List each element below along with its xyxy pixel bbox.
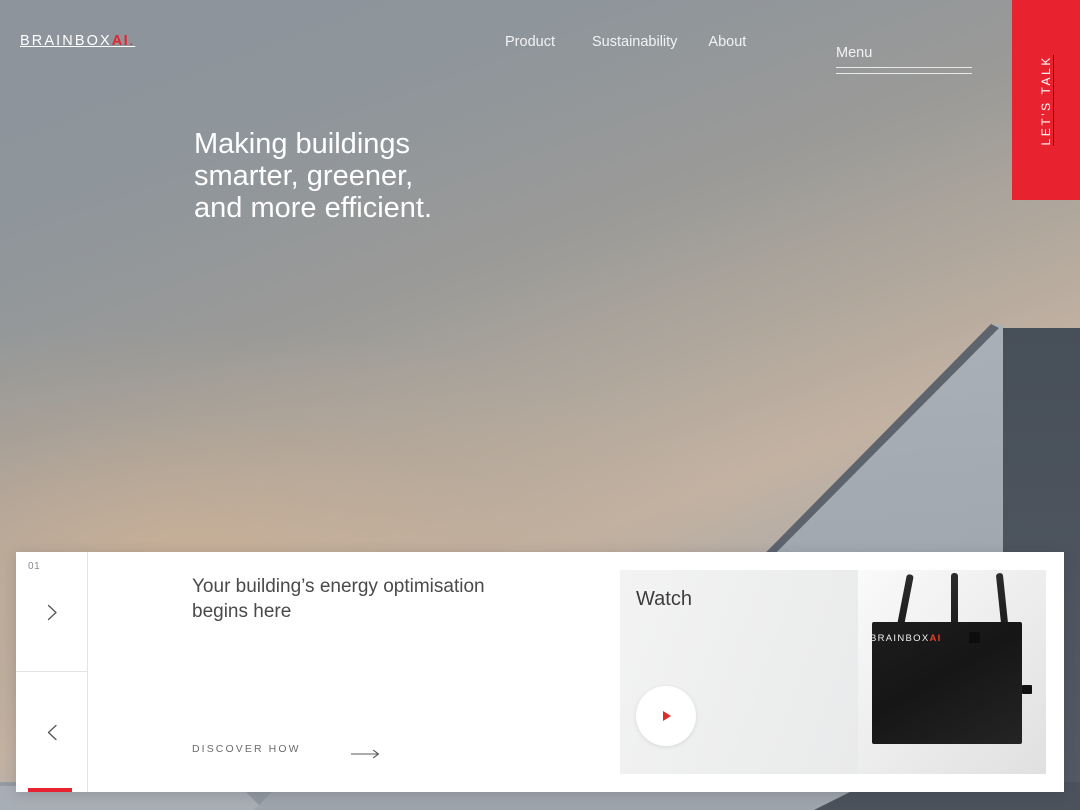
carousel-progress-track[interactable]: [16, 788, 88, 792]
video-panel[interactable]: Watch BRAINBOXAI: [620, 570, 1046, 774]
device-brand-name: BRAINBOX: [870, 633, 930, 644]
brand-logo-name: BRAINBOX: [20, 33, 112, 49]
promo-card-copy: Your building’s energy optimisation begi…: [88, 552, 514, 792]
hero-headline: Making buildings smarter, greener, and m…: [194, 128, 714, 224]
arrow-right-icon: [351, 746, 381, 764]
hero-headline-line-1: Making buildings: [194, 128, 411, 160]
nav-item-product[interactable]: Product: [505, 33, 592, 51]
hero-headline-line-2: smarter, greener,: [194, 160, 414, 192]
play-icon: [663, 711, 671, 721]
device-brand-suffix: AI: [929, 633, 942, 644]
menu-toggle-button[interactable]: Menu: [836, 45, 972, 74]
carousel-prev-button[interactable]: [16, 718, 88, 746]
carousel-progress-fill: [28, 788, 72, 792]
brand-logo-dot: .: [129, 33, 136, 49]
chevron-right-icon: [47, 604, 58, 621]
carousel-rail: 01: [16, 552, 88, 792]
discover-how-link[interactable]: DISCOVER HOW: [192, 743, 392, 759]
brand-logo[interactable]: BRAINBOXAI.: [20, 33, 135, 49]
device-brand-logo: BRAINBOXAI: [870, 633, 942, 644]
hero-headline-line-3: and more efficient.: [194, 192, 433, 224]
menu-toggle-label: Menu: [836, 45, 873, 61]
promo-card: 01 Your building’s energy optimisation b…: [16, 552, 1064, 792]
hamburger-icon-bar-2: [836, 73, 972, 74]
carousel-rail-divider: [16, 671, 88, 672]
brand-logo-suffix: AI: [111, 33, 130, 49]
play-button[interactable]: [636, 686, 696, 746]
chevron-left-icon: [47, 724, 58, 741]
carousel-next-button[interactable]: [16, 598, 88, 626]
nav-item-sustainability[interactable]: Sustainability: [592, 33, 708, 51]
device-photo: BRAINBOXAI: [858, 570, 1046, 774]
nav-item-about[interactable]: About: [708, 33, 781, 51]
device-indicator-light: [969, 632, 980, 643]
primary-nav: Product Sustainability About: [505, 33, 781, 51]
site-header: BRAINBOXAI. Product Sustainability About…: [0, 0, 1080, 200]
promo-card-heading: Your building’s energy optimisation begi…: [192, 576, 485, 622]
hamburger-icon-bar-1: [836, 67, 972, 68]
lets-talk-label: LET'S TALK: [1039, 54, 1053, 146]
slide-index-label: 01: [28, 561, 41, 572]
discover-how-label: DISCOVER HOW: [192, 743, 301, 755]
watch-label: Watch: [636, 588, 692, 610]
device-port: [1022, 685, 1032, 694]
lets-talk-tab[interactable]: LET'S TALK: [1012, 0, 1080, 200]
